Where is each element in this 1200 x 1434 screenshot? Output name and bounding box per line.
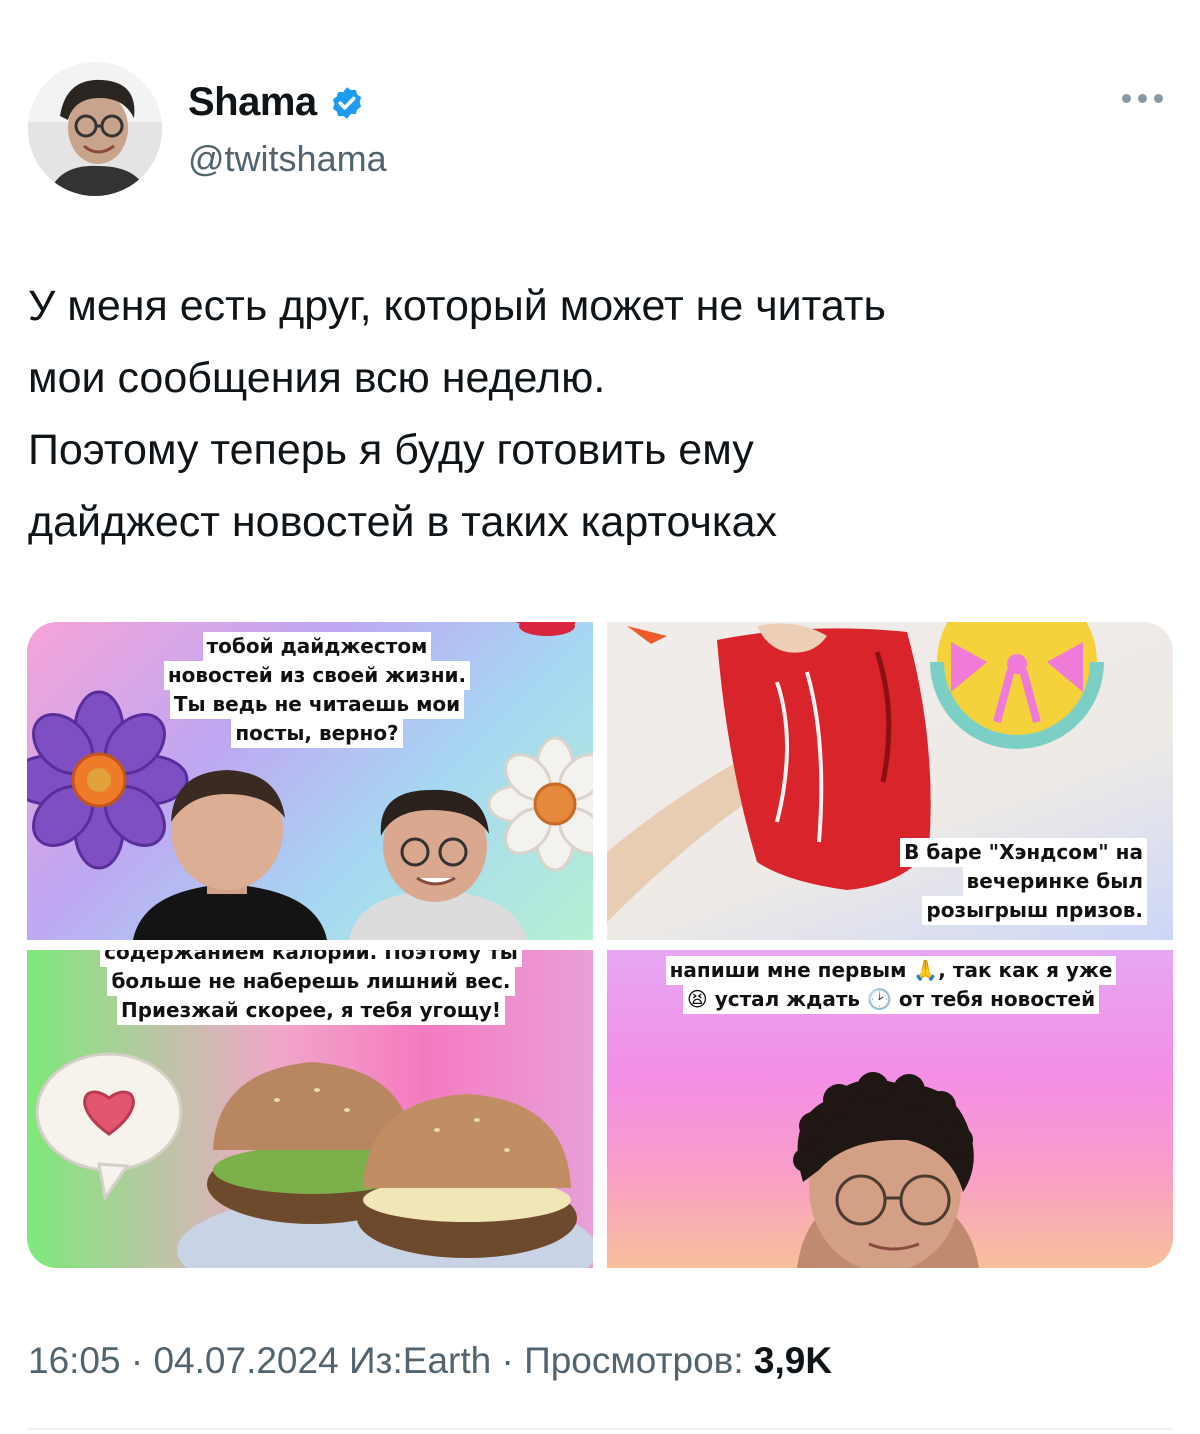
verified-badge-icon: [332, 86, 361, 119]
views-label: Просмотров:: [524, 1340, 744, 1381]
views-count[interactable]: 3,9K: [754, 1340, 832, 1381]
avatar[interactable]: [28, 62, 162, 196]
media-card-2[interactable]: В баре "Хэндсом" на вечеринке был розыгр…: [607, 622, 1173, 940]
media-card-1[interactable]: тобой дайджестом новостей из своей жизни…: [27, 622, 593, 940]
caption-line: Ты ведь не читаешь мои: [169, 690, 465, 719]
caption-line: вечеринке был: [962, 867, 1147, 896]
name-row: Shama: [188, 80, 365, 125]
caption-line: тобой дайджестом: [202, 632, 432, 661]
tweet-line: дайджест новостей в таких карточках: [28, 498, 778, 546]
caption-line: больше не наберешь лишний вес.: [107, 967, 515, 996]
tweet-header: Shama @twitshama: [28, 62, 1172, 202]
tweet-meta: 16:05 · 04.07.2024 Из:Earth · Просмотров…: [28, 1340, 833, 1381]
card-3-caption: содержанием калорий. Поэтому ты больше н…: [51, 950, 571, 1025]
card-4-caption: напиши мне первым 🙏, так как я уже 😫 уст…: [631, 956, 1151, 1014]
tweet-line: Поэтому теперь я буду готовить ему: [28, 426, 754, 474]
more-options-icon[interactable]: [1122, 88, 1172, 108]
caption-line: Приезжай скорее, я тебя угощу!: [116, 996, 506, 1025]
media-card-4[interactable]: напиши мне первым 🙏, так как я уже 😫 уст…: [607, 950, 1173, 1268]
media-grid: тобой дайджестом новостей из своей жизни…: [27, 622, 1173, 1268]
card-2-caption: В баре "Хэндсом" на вечеринке был розыгр…: [857, 838, 1147, 925]
caption-line: содержанием калорий. Поэтому ты: [100, 950, 522, 967]
caption-line: новостей из своей жизни.: [163, 661, 471, 690]
display-name[interactable]: Shama: [188, 80, 317, 125]
caption-line: напиши мне первым 🙏, так как я уже: [665, 956, 1117, 985]
user-handle[interactable]: @twitshama: [188, 138, 387, 180]
tweet-line: У меня есть друг, который может не читат…: [28, 282, 886, 330]
card-1-caption: тобой дайджестом новостей из своей жизни…: [117, 632, 517, 748]
caption-line: 😫 устал ждать 🕑 от тебя новостей: [682, 985, 1100, 1014]
caption-line: В баре "Хэндсом" на: [900, 838, 1147, 867]
tweet-date[interactable]: 04.07.2024: [153, 1340, 338, 1381]
tweet-source: Из:Earth: [348, 1340, 492, 1381]
avatar-photo: [28, 62, 162, 196]
tweet-line: мои сообщения всю неделю.: [28, 354, 606, 402]
tweet-time[interactable]: 16:05: [28, 1340, 121, 1381]
tweet-text: У меня есть друг, который может не читат…: [28, 270, 1168, 558]
media-card-3[interactable]: содержанием калорий. Поэтому ты больше н…: [27, 950, 593, 1268]
caption-line: посты, верно?: [231, 719, 403, 748]
caption-line: розыгрыш призов.: [922, 896, 1147, 925]
divider: [28, 1428, 1172, 1430]
